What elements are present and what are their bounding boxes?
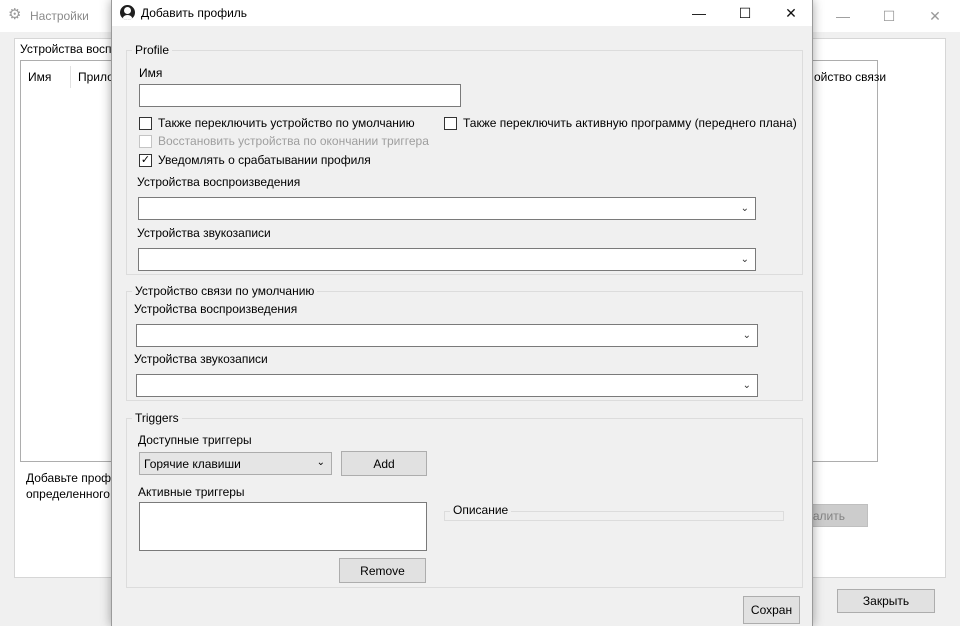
active-triggers-list[interactable] (139, 502, 427, 551)
switch-foreground-app-checkbox[interactable]: Также переключить активную программу (пе… (444, 116, 797, 130)
chevron-down-icon: ⌄ (742, 380, 751, 391)
save-button[interactable]: Сохран (743, 596, 800, 624)
restore-devices-checkbox[interactable]: Восстановить устройства по окончании три… (139, 134, 429, 148)
chevron-down-icon: ⌄ (740, 203, 749, 214)
checkbox-box[interactable] (139, 134, 152, 148)
settings-close-window-button[interactable]: ✕ (912, 0, 958, 32)
chevron-down-icon: ⌄ (316, 457, 325, 468)
remove-trigger-button[interactable]: Remove (339, 558, 426, 583)
checkbox-label: Также переключить устройство по умолчани… (158, 116, 415, 130)
profile-group-legend: Profile (132, 43, 173, 57)
dialog-minimize-button[interactable]: — (676, 0, 722, 26)
add-trigger-button[interactable]: Add (341, 451, 427, 476)
available-triggers-label: Доступные триггеры (138, 433, 252, 447)
switch-default-device-checkbox[interactable]: Также переключить устройство по умолчани… (139, 116, 415, 130)
chevron-down-icon: ⌄ (740, 254, 749, 265)
dialog-title: Добавить профиль (141, 6, 248, 20)
notify-profile-checkbox[interactable]: ✓ Уведомлять о срабатывании профиля (139, 153, 371, 167)
active-triggers-label: Активные триггеры (138, 485, 245, 499)
name-label: Имя (139, 66, 163, 80)
settings-minimize-button[interactable]: — (820, 0, 866, 32)
checkbox-label: Восстановить устройства по окончании три… (158, 134, 429, 148)
tab-playback-devices[interactable]: Устройства восп (20, 42, 112, 56)
info-text: Добавьте профи определенного (26, 470, 118, 502)
column-header-app[interactable]: Прило (78, 70, 114, 84)
playback-devices-combo[interactable]: ⌄ (138, 197, 756, 220)
settings-maximize-button[interactable]: ☐ (866, 0, 912, 32)
triggers-group-legend: Triggers (132, 411, 182, 425)
comm-recording-label: Устройства звукозаписи (134, 352, 268, 366)
info-text-line-1: Добавьте профи (26, 471, 118, 485)
column-header-comm-device[interactable]: ойство связи (814, 70, 886, 84)
close-settings-button[interactable]: Закрыть (837, 589, 935, 613)
comm-recording-combo[interactable]: ⌄ (136, 374, 758, 397)
playback-devices-label: Устройства воспроизведения (137, 175, 301, 189)
chevron-down-icon: ⌄ (742, 330, 751, 341)
column-separator (70, 66, 71, 88)
name-input[interactable] (139, 84, 461, 107)
checkbox-label: Также переключить активную программу (пе… (463, 116, 797, 130)
recording-devices-label: Устройства звукозаписи (137, 226, 271, 240)
gear-icon: ⚙ (8, 6, 22, 23)
delete-profile-button[interactable]: алить (812, 504, 868, 527)
comm-playback-combo[interactable]: ⌄ (136, 324, 758, 347)
combo-value: Горячие клавиши (144, 457, 241, 471)
checkbox-label: Уведомлять о срабатывании профиля (158, 153, 371, 167)
dialog-maximize-button[interactable]: ☐ (722, 0, 768, 26)
info-text-line-2: определенного (26, 487, 110, 501)
description-legend: Описание (450, 503, 512, 517)
user-profile-icon (120, 5, 135, 20)
column-header-name[interactable]: Имя (28, 70, 51, 84)
checkbox-box[interactable] (444, 116, 457, 130)
dialog-close-button[interactable]: ✕ (768, 0, 814, 26)
checkbox-box[interactable] (139, 116, 152, 130)
add-profile-dialog: Добавить профиль — ☐ ✕ Profile Имя Также… (111, 0, 813, 626)
comm-device-group-legend: Устройство связи по умолчанию (132, 284, 318, 298)
recording-devices-combo[interactable]: ⌄ (138, 248, 756, 271)
available-triggers-combo[interactable]: Горячие клавиши ⌄ (139, 452, 332, 475)
settings-title: Настройки (30, 9, 89, 23)
check-icon[interactable]: ✓ (139, 153, 152, 167)
comm-playback-label: Устройства воспроизведения (134, 302, 298, 316)
